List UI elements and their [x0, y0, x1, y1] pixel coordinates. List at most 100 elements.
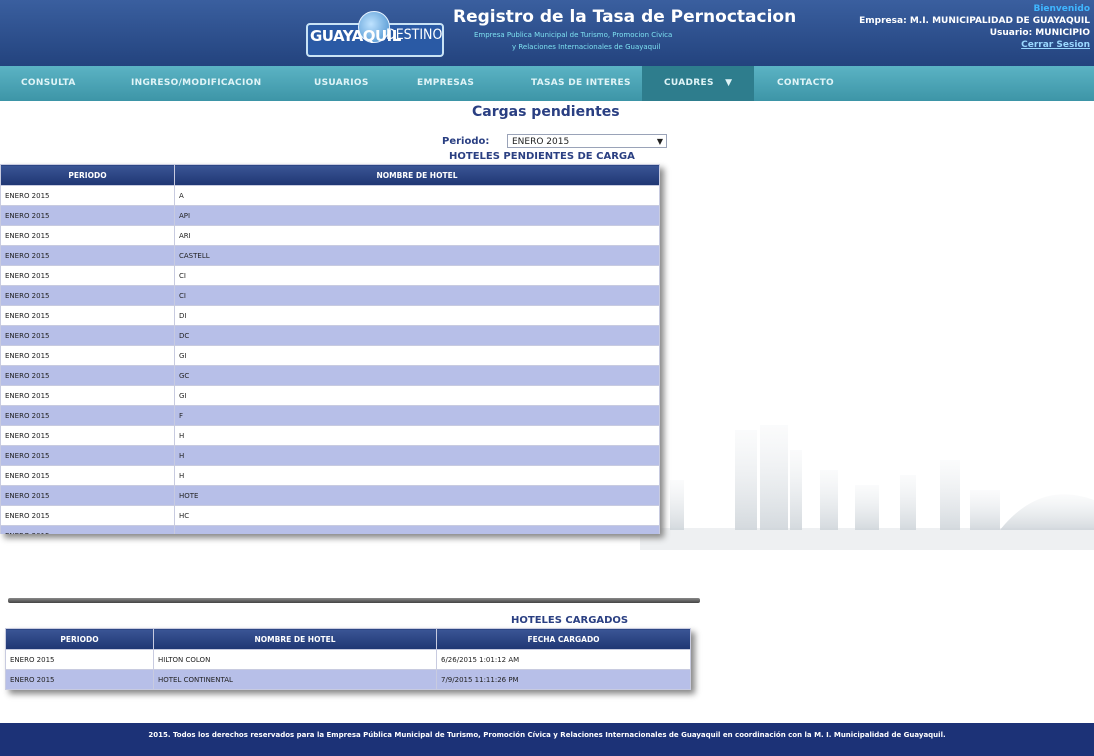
- nav-cuadres-label: CUADRES: [664, 78, 714, 88]
- table-cell: ARI: [174, 225, 660, 246]
- site-title: Registro de la Tasa de Pernoctacion: [453, 7, 797, 27]
- cargados-title: HOTELES CARGADOS: [511, 615, 629, 626]
- section-divider: [8, 598, 700, 603]
- page-title: Cargas pendientes: [472, 104, 620, 120]
- table-cell: CI: [174, 285, 660, 306]
- table-row: ENERO 2015 H: [0, 445, 660, 466]
- footer: 2015. Todos los derechos reservados para…: [0, 723, 1094, 756]
- table-cell: H: [174, 445, 660, 466]
- cargados-table-container: PERIODO NOMBRE DE HOTEL FECHA CARGADO EN…: [5, 628, 691, 690]
- table-cell: ENERO 2015: [0, 525, 175, 534]
- logout-link[interactable]: Cerrar Sesion: [859, 39, 1090, 51]
- table-cell: ENERO 2015: [0, 505, 175, 526]
- table-cell: [174, 525, 660, 534]
- column-header: NOMBRE DE HOTEL: [174, 164, 660, 186]
- guayaquil-destino-logo: GUAYAQUIL DESTINO: [306, 9, 444, 61]
- nav-empresas[interactable]: EMPRESAS: [417, 66, 474, 101]
- table-cell: CI: [174, 265, 660, 286]
- table-cell: DC: [174, 325, 660, 346]
- site-subtitle: Empresa Publica Municipal de Turismo, Pr…: [474, 31, 673, 39]
- table-row: ENERO 2015 HC: [0, 505, 660, 526]
- table-row: ENERO 2015 ARI: [0, 225, 660, 246]
- table-row: ENERO 2015 DC: [0, 325, 660, 346]
- pendientes-table: PERIODO NOMBRE DE HOTEL ENERO 2015 A ENERO…: [0, 164, 660, 534]
- table-row: ENERO 2015 GC: [0, 365, 660, 386]
- table-row: ENERO 2015 CASTELL: [0, 245, 660, 266]
- table-cell: H: [174, 465, 660, 486]
- table-cell: ENERO 2015: [0, 425, 175, 446]
- pendientes-title: HOTELES PENDIENTES DE CARGA: [449, 151, 635, 162]
- nav-usuarios[interactable]: USUARIOS: [314, 66, 369, 101]
- table-row: ENERO 2015 API: [0, 205, 660, 226]
- table-row: ENERO 2015 DI: [0, 305, 660, 326]
- table-row: ENERO 2015 HOTE: [0, 485, 660, 506]
- table-cell: ENERO 2015: [0, 465, 175, 486]
- user-info: Bienvenido Empresa: M.I. MUNICIPALIDAD D…: [859, 3, 1090, 51]
- table-cell: ENERO 2015: [0, 445, 175, 466]
- table-cell: HILTON COLON: [153, 649, 437, 670]
- table-cell: GC: [174, 365, 660, 386]
- chevron-down-icon: ▼: [656, 137, 663, 146]
- table-row: ENERO 2015 HOTEL CONTINENTAL 7/9/2015 11:1…: [5, 669, 691, 690]
- periodo-label: Periodo:: [442, 136, 490, 147]
- table-row: ENERO 2015 A: [0, 185, 660, 206]
- pendientes-table-container[interactable]: PERIODO NOMBRE DE HOTEL ENERO 2015 A ENERO…: [0, 164, 660, 534]
- table-cell: ENERO 2015: [0, 185, 175, 206]
- nav-contacto[interactable]: CONTACTO: [777, 66, 834, 101]
- table-cell: ENERO 2015: [0, 365, 175, 386]
- nav-ingreso-modificacion[interactable]: INGRESO/MODIFICACION: [131, 66, 261, 101]
- table-cell: ENERO 2015: [0, 265, 175, 286]
- nav-cuadres[interactable]: CUADRES ▼: [642, 66, 755, 101]
- table-cell: F: [174, 405, 660, 426]
- table-cell: HOTEL CONTINENTAL: [153, 669, 437, 690]
- table-row: ENERO 2015 H: [0, 425, 660, 446]
- periodo-select-value: ENERO 2015: [512, 137, 570, 147]
- table-cell: GI: [174, 345, 660, 366]
- column-header: PERIODO: [0, 164, 175, 186]
- site-subtitle: y Relaciones Internacionales de Guayaqui…: [512, 43, 661, 51]
- table-cell: DI: [174, 305, 660, 326]
- welcome-text: Bienvenido: [1033, 4, 1090, 14]
- table-row: ENERO 2015 H: [0, 465, 660, 486]
- page-header: GUAYAQUIL DESTINO Registro de la Tasa de…: [0, 0, 1094, 66]
- nav-tasas-de-interes[interactable]: TASAS DE INTERES: [531, 66, 631, 101]
- table-cell: ENERO 2015: [0, 405, 175, 426]
- table-cell: ENERO 2015: [5, 669, 154, 690]
- table-cell: HOTE: [174, 485, 660, 506]
- table-row: ENERO 2015 CI: [0, 265, 660, 286]
- table-cell: ENERO 2015: [0, 205, 175, 226]
- table-row: ENERO 2015 CI: [0, 285, 660, 306]
- table-cell: ENERO 2015: [0, 305, 175, 326]
- table-cell: ENERO 2015: [0, 245, 175, 266]
- usuario-text: Usuario: MUNICIPIO: [989, 28, 1090, 38]
- table-cell: ENERO 2015: [0, 285, 175, 306]
- nav-consulta[interactable]: CONSULTA: [21, 66, 76, 101]
- column-header: NOMBRE DE HOTEL: [153, 628, 437, 650]
- city-skyline-image: [640, 425, 1094, 550]
- table-cell: ENERO 2015: [0, 485, 175, 506]
- table-cell: ENERO 2015: [5, 649, 154, 670]
- table-row: ENERO 2015 GI: [0, 385, 660, 406]
- table-row: ENERO 2015 GI: [0, 345, 660, 366]
- table-cell: ENERO 2015: [0, 225, 175, 246]
- table-cell: CASTELL: [174, 245, 660, 266]
- table-row: ENERO 2015 HILTON COLON 6/26/2015 1:01:12 …: [5, 649, 691, 670]
- chevron-down-icon: ▼: [725, 78, 733, 88]
- table-cell: 6/26/2015 1:01:12 AM: [436, 649, 691, 670]
- cargados-table: PERIODO NOMBRE DE HOTEL FECHA CARGADO EN…: [5, 628, 691, 690]
- table-cell: ENERO 2015: [0, 385, 175, 406]
- table-cell: GI: [174, 385, 660, 406]
- table-cell: API: [174, 205, 660, 226]
- table-cell: HC: [174, 505, 660, 526]
- table-cell: ENERO 2015: [0, 325, 175, 346]
- table-row: ENERO 2015: [0, 525, 660, 534]
- logo-text: DESTINO: [386, 27, 443, 43]
- main-nav: CONSULTA INGRESO/MODIFICACION USUARIOS E…: [0, 66, 1094, 101]
- table-cell: A: [174, 185, 660, 206]
- column-header: PERIODO: [5, 628, 154, 650]
- table-row: ENERO 2015 F: [0, 405, 660, 426]
- periodo-select[interactable]: ENERO 2015 ▼: [507, 134, 667, 148]
- table-cell: H: [174, 425, 660, 446]
- table-cell: 7/9/2015 11:11:26 PM: [436, 669, 691, 690]
- column-header: FECHA CARGADO: [436, 628, 691, 650]
